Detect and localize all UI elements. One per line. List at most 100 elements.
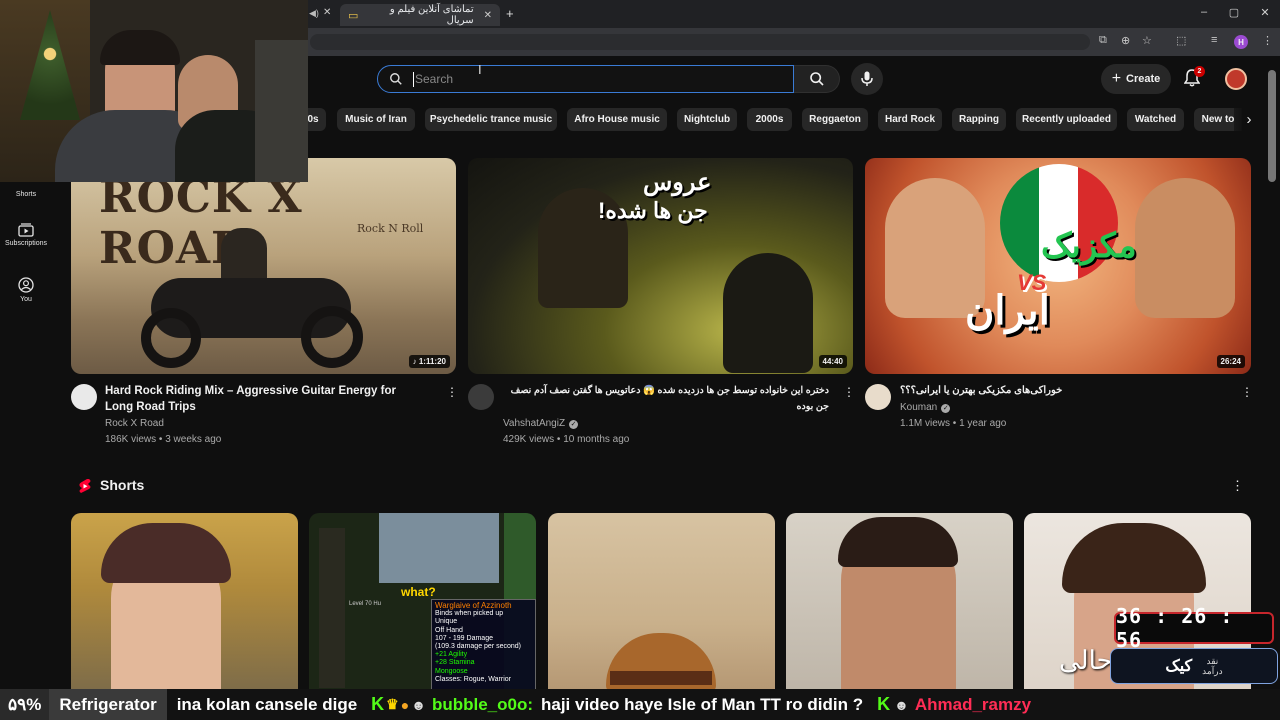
chip-recently-uploaded[interactable]: Recently uploaded [1016,108,1117,131]
close-tab-icon[interactable]: ✕ [323,7,331,18]
crown-badge-icon: ♛ [386,696,399,712]
ticker-username: bubble_o0o: [431,694,533,714]
video-title[interactable]: دختره این خانواده توسط جن ها دزدیده شده … [503,383,829,415]
streamer-hair [100,30,180,65]
browser-menu-icon[interactable]: ⋮ [1262,34,1273,47]
ticker-item: Refrigerator [49,689,167,720]
channel-avatar[interactable] [71,384,97,410]
tooltip-line: Classes: Rogue, Warrior [435,675,511,683]
skull-emote-icon: ☻ [411,696,426,713]
page-scrollbar[interactable] [1268,70,1276,182]
more-options-icon[interactable]: ⋮ [1231,478,1244,494]
search-box[interactable]: Search [377,65,794,93]
channel-name[interactable]: Rock X Road [105,416,164,432]
chip-hard-rock[interactable]: Hard Rock [878,108,942,131]
short-thumbnail[interactable] [71,513,298,698]
burger-patty [610,671,712,685]
short-thumbnail[interactable] [786,513,1013,698]
short-thumbnail[interactable]: what? Level 70 Hu Warglaive of Azzinoth … [309,513,536,698]
voice-search-button[interactable] [851,63,883,95]
notification-badge: 2 [1194,66,1205,77]
thumbnail-title: عروس [643,169,712,196]
you-icon [18,277,34,293]
tooltip-line: 107 - 199 Damage [435,634,493,642]
media-control-icon[interactable]: ≡ [1211,34,1217,46]
hair-shape [101,523,231,583]
streamer-cam [379,513,499,583]
item-tooltip: Warglaive of Azzinoth Binds when picked … [431,599,536,698]
search-button[interactable] [794,65,840,93]
more-options-icon[interactable]: ⋮ [1241,385,1253,399]
short-caption: حالی [1059,645,1113,675]
tooltip-line: +28 Stamina [435,659,475,667]
channel-name[interactable]: Kouman [900,400,937,416]
ticker-percent: ۵۹% [0,689,50,720]
cake-line-1: نقد [1206,656,1219,666]
short-thumbnail[interactable] [548,513,775,698]
extensions-icon[interactable]: ⬚ [1176,34,1186,47]
close-window-button[interactable]: ✕ [1250,6,1280,19]
browser-tab[interactable]: ▭ تماشای آنلاین فیلم و سریال ✕ [340,4,500,26]
verified-icon: ✓ [569,419,579,429]
video-duration: ♪ 1:11:20 [408,355,450,368]
tab-close-icon[interactable]: ✕ [484,10,492,21]
chip-nightclub[interactable]: Nightclub [677,108,737,131]
zoom-icon[interactable]: ⊕ [1121,34,1130,47]
audio-icon: ◀) [309,8,319,18]
sidebar-item-you[interactable]: You [0,277,52,303]
plus-icon: + [1111,70,1122,87]
skull-emote-icon: ☻ [894,696,909,713]
more-options-icon[interactable]: ⋮ [843,385,855,399]
maximize-button[interactable]: ▢ [1219,6,1249,19]
search-input[interactable]: Search [415,72,453,86]
tooltip-line: Unique [435,618,458,626]
more-options-icon[interactable]: ⋮ [446,385,458,399]
mouse-text-cursor: I [478,62,482,77]
search-icon [390,73,402,85]
chip-afro-house[interactable]: Afro House music [567,108,667,131]
duration-text: 1:11:20 [418,357,446,366]
tooltip-line: (109.3 damage per second) [435,643,521,651]
account-avatar[interactable] [1225,68,1247,90]
kick-badge-icon: K [877,694,891,714]
bookmark-star-icon[interactable]: ☆ [1142,34,1152,47]
thumbnail-subtitle: جن ها شده! [598,198,708,223]
chip-psychedelic-trance[interactable]: Psychedelic trance music [425,108,557,131]
chip-2000s[interactable]: 2000s [747,108,792,131]
new-tab-button[interactable]: + [506,6,514,21]
video-title[interactable]: Hard Rock Riding Mix – Aggressive Guitar… [105,383,425,415]
chevron-right-icon[interactable]: › [1234,104,1264,134]
shorts-section-title: Shorts [100,477,145,493]
chip-music-of-iran[interactable]: Music of Iran [337,108,415,131]
subscriptions-icon [18,223,34,237]
address-bar[interactable] [310,34,1090,50]
microphone-icon [861,71,873,86]
notifications-button[interactable]: 2 [1183,66,1205,92]
create-label: Create [1126,73,1161,85]
tooltip-line: Binds when picked up [435,610,504,618]
profile-avatar[interactable]: H [1234,35,1248,49]
search-icon [809,72,824,86]
minimize-button[interactable]: – [1189,6,1219,18]
video-stats: 1.1M views • 1 year ago [900,418,1007,429]
video-thumbnail[interactable]: عروس جن ها شده! 44:40 [468,158,853,374]
sidebar-item-subscriptions[interactable]: Subscriptions [0,223,52,247]
sidebar-item-label: You [20,296,32,303]
thumbnail-subtitle: Rock N Roll [357,222,424,235]
video-thumbnail[interactable]: مکزیک VS ایران 26:24 [865,158,1251,374]
video-thumbnail[interactable]: ROCK X ROAD Rock N Roll ♪ 1:11:20 [71,158,456,374]
video-title[interactable]: خوراکی‌های مکزیکی بهترن یا ایرانی؟؟؟ [900,383,1225,399]
stream-timer: 36 : 26 : 56 [1114,604,1274,652]
level-text: Level 70 Hu [349,601,382,607]
thumbnail-title: مکزیک [1041,227,1137,265]
chip-rapping[interactable]: Rapping [952,108,1006,131]
channel-avatar[interactable] [468,384,494,410]
channel-name[interactable]: VahshatAngiZ [503,416,565,432]
create-button[interactable]: + Create [1101,64,1171,94]
tooltip-line: Off Hand [435,626,463,634]
chip-watched[interactable]: Watched [1127,108,1184,131]
channel-avatar[interactable] [865,384,891,410]
chip-reggaeton[interactable]: Reggaeton [802,108,868,131]
install-app-icon[interactable]: ⧉ [1099,34,1107,47]
video-duration: 26:24 [1216,355,1245,368]
